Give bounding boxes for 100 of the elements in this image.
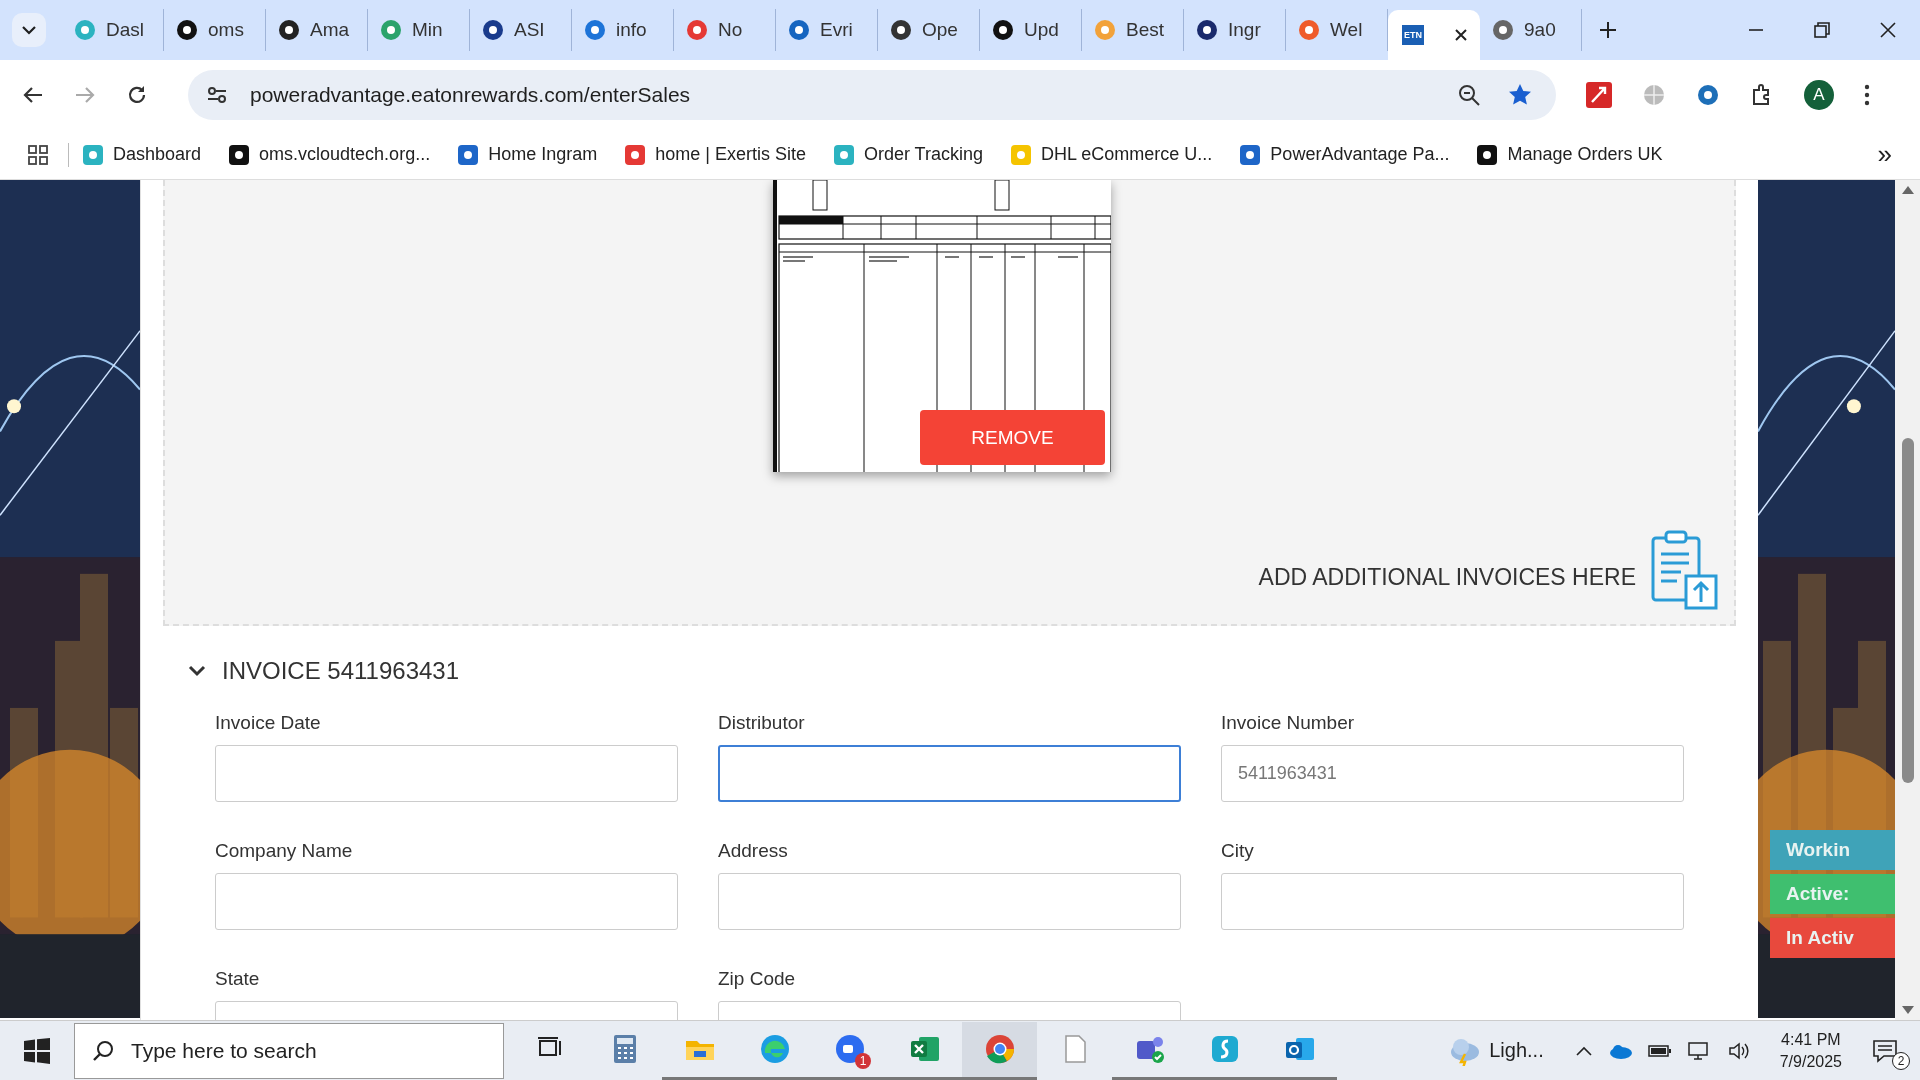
search-icon — [92, 1039, 114, 1062]
bookmark[interactable]: Order Tracking — [833, 144, 983, 165]
tab-title: Dasl — [106, 19, 144, 41]
tab-title: Ama — [310, 19, 350, 41]
clock[interactable]: 4:41 PM 7/9/2025 — [1779, 1028, 1842, 1073]
site-logo-icon — [890, 19, 912, 41]
pdf-extension-icon[interactable] — [1586, 82, 1612, 108]
reload-icon[interactable] — [126, 84, 148, 106]
browser-tab[interactable]: Min — [368, 9, 470, 51]
cloud-icon[interactable] — [1607, 1042, 1632, 1059]
field-label: Invoice Number — [1221, 711, 1356, 735]
input-field[interactable] — [215, 873, 678, 930]
zoom-icon[interactable] — [1458, 84, 1480, 106]
field-label: Company Name — [215, 839, 354, 863]
site-logo-icon — [74, 19, 96, 41]
menu-icon[interactable] — [1864, 84, 1870, 106]
site-logo-icon — [1011, 144, 1031, 165]
taskbar-button[interactable]: 1 — [812, 1021, 887, 1080]
close-icon[interactable] — [1880, 22, 1896, 38]
browser-tab[interactable]: Wel — [1286, 9, 1388, 51]
site-logo-icon — [1492, 19, 1514, 41]
field-label: Invoice Date — [215, 711, 322, 735]
battery-icon[interactable] — [1647, 1043, 1672, 1058]
tab-title: Min — [412, 19, 443, 41]
tab-search-icon[interactable] — [12, 13, 46, 47]
tab-title: info — [616, 19, 647, 41]
site-logo-icon — [380, 19, 402, 41]
add-invoices-link[interactable]: ADD ADDITIONAL INVOICES HERE — [1258, 563, 1636, 591]
site-logo-icon — [176, 19, 198, 41]
input-field[interactable] — [718, 745, 1181, 802]
bookmark[interactable]: oms.vcloudtech.org... — [229, 144, 431, 165]
chevron-icon[interactable] — [188, 665, 206, 677]
remove-button[interactable]: REMOVE — [920, 410, 1105, 465]
tab-title: Upd — [1024, 19, 1059, 41]
date-text: 7/9/2025 — [1779, 1051, 1842, 1072]
tab-title: Best — [1126, 19, 1165, 41]
browser-tab[interactable]: Evri — [776, 9, 878, 51]
address-bar[interactable]: poweradvantage.eatonrewards.com/enterSales — [188, 70, 1556, 120]
clipboard-upload-icon[interactable] — [1650, 530, 1720, 610]
extension-icon[interactable] — [1696, 83, 1720, 107]
browser-tab[interactable]: ASI — [470, 9, 572, 51]
field-label: Distributor — [718, 711, 806, 735]
field-label: City — [1221, 839, 1255, 863]
tab-title: 9a0 — [1524, 19, 1556, 41]
more-bookmarks-button[interactable]: » — [1877, 139, 1892, 170]
site-logo-icon: ETN — [1402, 25, 1424, 45]
star-icon[interactable] — [1508, 83, 1532, 107]
tab-title: Ingr — [1228, 19, 1261, 41]
site-logo-icon — [833, 144, 854, 165]
search-field[interactable]: Type here to search — [74, 1022, 504, 1079]
chevron-up-icon[interactable] — [1575, 1045, 1592, 1056]
bookmark[interactable]: Manage Orders UK — [1477, 144, 1663, 165]
field-label: Zip Code — [718, 967, 797, 991]
input-field[interactable]: 5411963431 — [1221, 745, 1684, 802]
site-settings-icon[interactable] — [206, 84, 228, 106]
browser-icon — [983, 1033, 1016, 1065]
bookmark[interactable]: Dashboard — [83, 144, 202, 165]
browser-tab[interactable]: Ope — [878, 9, 980, 51]
bookmark[interactable]: DHL eCommerce U... — [1011, 144, 1213, 165]
input-field[interactable] — [215, 745, 678, 802]
browser-tab[interactable]: Ama — [266, 9, 368, 51]
browser-tab[interactable]: info — [572, 9, 674, 51]
bookmark[interactable]: PowerAdvantage Pa... — [1240, 144, 1450, 165]
bookmark[interactable]: Home Ingram — [458, 144, 598, 165]
site-logo-icon — [1477, 144, 1498, 165]
speaker-icon[interactable] — [1727, 1040, 1750, 1061]
input-field[interactable] — [718, 873, 1181, 930]
restore-icon[interactable] — [1814, 22, 1830, 38]
apps-grid-icon[interactable] — [28, 144, 48, 165]
tab-title: oms — [208, 19, 244, 41]
notification-badge: 2 — [1892, 1051, 1910, 1070]
site-logo-icon — [458, 144, 479, 165]
site-logo-icon — [482, 19, 504, 41]
scrollbar-thumb[interactable] — [1901, 438, 1914, 783]
browser-tab[interactable]: Upd — [980, 9, 1082, 51]
tab-title: Wel — [1330, 19, 1363, 41]
browser-tab[interactable]: ETN — [1388, 10, 1480, 60]
video-call-icon — [833, 1033, 866, 1065]
close-icon[interactable] — [1454, 28, 1468, 42]
tab-title: No — [718, 19, 743, 41]
browser-tab[interactable]: oms — [164, 9, 266, 51]
notification-icon[interactable] — [1872, 1038, 1898, 1063]
browser-tab[interactable]: No — [674, 9, 776, 51]
site-logo-icon — [1240, 144, 1261, 165]
new-tab-icon[interactable] — [1598, 20, 1618, 40]
url-text: poweradvantage.eatonrewards.com/enterSales — [250, 83, 691, 107]
browser-tab[interactable]: Best — [1082, 9, 1184, 51]
input-field[interactable] — [1221, 873, 1684, 930]
scroll-down-icon[interactable] — [1901, 1006, 1914, 1014]
browser-tab[interactable]: Ingr — [1184, 9, 1286, 51]
site-logo-icon — [584, 19, 606, 41]
site-logo-icon — [686, 19, 708, 41]
windows-icon[interactable] — [24, 1037, 50, 1064]
site-logo-icon — [1298, 19, 1320, 41]
bookmark[interactable]: home | Exertis Site — [625, 144, 806, 165]
scroll-up-icon[interactable] — [1901, 186, 1914, 194]
weather-widget[interactable]: Ligh... — [1447, 1035, 1544, 1066]
profile-avatar[interactable]: A — [1804, 80, 1834, 110]
browser-tab[interactable]: 9a0 — [1480, 9, 1582, 51]
browser-tab[interactable]: Dasl — [62, 9, 164, 51]
